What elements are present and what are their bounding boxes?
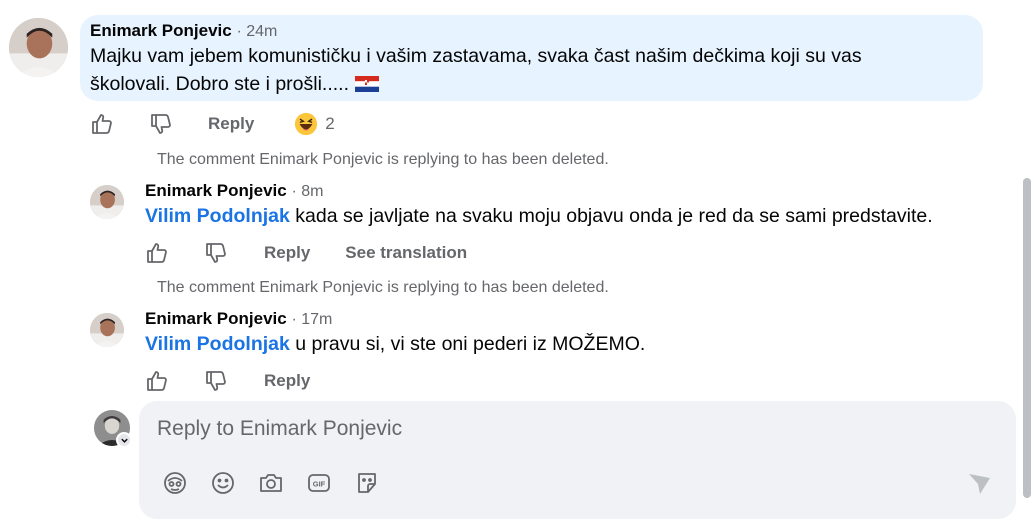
comment-actions: Reply 2 [89,109,335,139]
svg-text:GIF: GIF [313,480,326,489]
dislike-icon[interactable] [203,240,229,266]
gif-icon[interactable]: GIF [305,469,333,497]
avatar-sticker-icon[interactable] [161,469,189,497]
reaction-count[interactable]: 2 [325,114,334,134]
like-icon[interactable] [89,111,115,137]
reply-button[interactable]: Reply [264,371,310,391]
reply-actions: Reply [144,366,310,396]
reply-composer[interactable]: Reply to Enimark Ponjevic GIF [139,401,1016,519]
reply-body: u pravu si, vi ste oni pederi iz MOŽEMO. [295,333,646,355]
like-icon[interactable] [144,368,170,394]
reply-author[interactable]: Enimark Ponjevic · 17m [145,309,332,329]
comment-time[interactable]: · 24m [236,23,277,40]
reply-input[interactable]: Reply to Enimark Ponjevic [157,417,402,441]
reply-button[interactable]: Reply [264,243,310,263]
reply-time[interactable]: · 17m [291,311,332,328]
cutoff-reaction-row [300,0,360,9]
avatar[interactable] [90,313,124,347]
sticker-icon[interactable] [353,469,381,497]
deleted-notice: The comment Enimark Ponjevic is replying… [157,279,609,296]
mention-link[interactable]: Vilim Podolnjak [145,205,290,227]
reply-text: Vilim Podolnjak u pravu si, vi ste oni p… [145,330,645,358]
send-icon[interactable] [965,469,993,497]
see-translation-button[interactable]: See translation [345,243,467,263]
like-icon[interactable] [144,240,170,266]
emoji-icon[interactable] [209,469,237,497]
avatar[interactable] [90,185,124,219]
reply-time[interactable]: · 8m [291,183,323,200]
deleted-notice: The comment Enimark Ponjevic is replying… [157,151,609,168]
camera-icon[interactable] [257,469,285,497]
reply-actions: Reply See translation [144,238,467,268]
reply-author[interactable]: Enimark Ponjevic · 8m [145,181,323,201]
comment-author[interactable]: Enimark Ponjevic · 24m [90,21,277,41]
comment-text-line-2: školovali. Dobro ste i prošli.....🇭🇷 [90,70,970,98]
avatar[interactable] [9,18,68,77]
comment-text-line-1: Majku vam jebem komunističku i vašim zas… [90,45,862,67]
dislike-icon[interactable] [203,368,229,394]
profile-switch-chevron-icon[interactable] [116,432,132,448]
scrollbar[interactable] [1023,178,1031,498]
reply-body: kada se javljate na svaku moju objavu on… [295,205,933,227]
haha-reaction-icon[interactable] [293,111,319,137]
comment-text: Majku vam jebem komunističku i vašim zas… [90,42,970,98]
mention-link[interactable]: Vilim Podolnjak [145,333,290,355]
reply-button[interactable]: Reply [208,114,254,134]
dislike-icon[interactable] [148,111,174,137]
reply-text: Vilim Podolnjak kada se javljate na svak… [145,202,933,230]
croatia-flag-icon [355,76,380,92]
